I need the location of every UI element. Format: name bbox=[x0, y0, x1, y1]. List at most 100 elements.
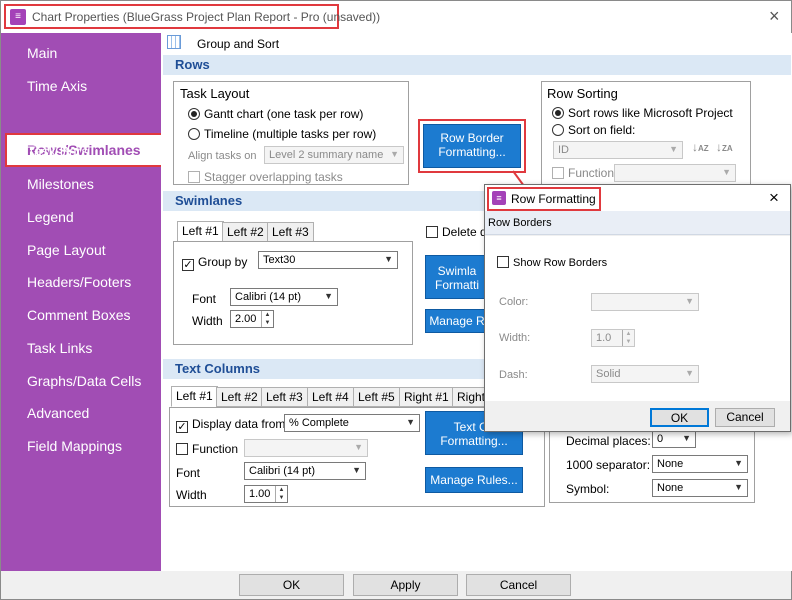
display-value: % Complete bbox=[289, 417, 349, 429]
dialog-title-bar: ≡ Row Formatting × bbox=[485, 185, 790, 211]
row-sorting-title: Row Sorting bbox=[547, 86, 618, 101]
stepper-arrows-icon[interactable]: ▲ ▼ bbox=[622, 330, 634, 346]
font-label: Font bbox=[192, 292, 217, 306]
font-select[interactable]: Calibri (14 pt) ▼ bbox=[230, 288, 338, 306]
function-label: Function bbox=[568, 166, 615, 180]
delete-label: Delete d bbox=[442, 225, 487, 239]
apply-button[interactable]: Apply bbox=[353, 574, 458, 596]
manage-rules-button[interactable]: Manage Rules... bbox=[425, 467, 523, 493]
symbol-label: Symbol: bbox=[566, 482, 610, 496]
align-value: Level 2 summary name bbox=[269, 149, 384, 161]
symbol-value: None bbox=[657, 482, 684, 494]
calendar-grid-icon[interactable] bbox=[167, 35, 181, 49]
separator-value: None bbox=[657, 458, 684, 470]
decimal-select[interactable]: 0 ▼ bbox=[652, 430, 696, 448]
swimlane-formatting-button[interactable]: Swimla Formatti bbox=[425, 255, 489, 299]
chevron-down-icon: ▼ bbox=[384, 254, 393, 264]
sidebar-item-main[interactable]: Main bbox=[27, 45, 57, 61]
sidebar: Main Time Axis Rows/Swimlanes Task Bars … bbox=[1, 33, 165, 571]
group-by-select[interactable]: Text30 ▼ bbox=[258, 251, 398, 269]
row-border-formatting-button[interactable]: Row Border Formatting... bbox=[423, 124, 521, 168]
width-label: Width: bbox=[499, 332, 531, 344]
tab-left-3[interactable]: Left #3 bbox=[261, 387, 308, 407]
sidebar-item-field-mappings[interactable]: Field Mappings bbox=[27, 438, 122, 454]
sidebar-item-legend[interactable]: Legend bbox=[27, 209, 74, 225]
width-stepper[interactable]: 2.00 ▲ ▼ bbox=[230, 310, 274, 328]
checkbox-icon bbox=[188, 171, 200, 183]
close-icon[interactable]: × bbox=[769, 188, 779, 208]
color-label: Color: bbox=[499, 296, 529, 308]
sidebar-item-page-layout[interactable]: Page Layout bbox=[27, 242, 106, 258]
tab-left-1[interactable]: Left #1 bbox=[177, 221, 224, 242]
tab-right-1[interactable]: Right #1 bbox=[399, 387, 454, 407]
function-checkbox[interactable]: Function bbox=[176, 442, 238, 456]
font-value: Calibri (14 pt) bbox=[249, 465, 316, 477]
align-tasks-select[interactable]: Level 2 summary name ▼ bbox=[264, 146, 404, 164]
sidebar-item-time-axis[interactable]: Time Axis bbox=[27, 78, 87, 94]
sidebar-item-comment-boxes[interactable]: Comment Boxes bbox=[27, 307, 130, 323]
sidebar-item-headers-footers[interactable]: Headers/Footers bbox=[27, 274, 131, 290]
chevron-down-icon: ▼ bbox=[390, 149, 399, 159]
sort-function-select[interactable]: ▼ bbox=[614, 164, 736, 182]
symbol-select[interactable]: None ▼ bbox=[652, 479, 748, 497]
cancel-button[interactable]: Cancel bbox=[466, 574, 571, 596]
stepper-arrows-icon[interactable]: ▲ ▼ bbox=[275, 486, 287, 502]
chart-properties-window: ≡ Chart Properties (BlueGrass Project Pl… bbox=[0, 0, 792, 600]
group-sort-label[interactable]: Group and Sort bbox=[197, 37, 279, 51]
sort-function-checkbox[interactable]: Function bbox=[552, 166, 614, 180]
gantt-label: Gantt chart (one task per row) bbox=[204, 107, 364, 121]
function-select[interactable]: ▼ bbox=[244, 439, 368, 457]
sidebar-item-graphs-data-cells[interactable]: Graphs/Data Cells bbox=[27, 373, 141, 389]
tab-right-2[interactable]: Right bbox=[452, 387, 487, 407]
sort-field-radio[interactable]: Sort on field: bbox=[552, 123, 635, 137]
button-line-2: Formatti bbox=[434, 278, 479, 292]
chevron-down-icon: ▼ bbox=[406, 417, 415, 427]
tab-left-4[interactable]: Left #4 bbox=[307, 387, 354, 407]
decimal-value: 0 bbox=[657, 433, 664, 445]
dialog-cancel-button[interactable]: Cancel bbox=[715, 408, 775, 427]
stepper-arrows-icon[interactable]: ▲ ▼ bbox=[261, 311, 273, 327]
checkbox-icon bbox=[497, 256, 509, 268]
rows-section-header: Rows bbox=[163, 55, 791, 75]
sort-ascending-icon[interactable]: ↓AZ bbox=[692, 140, 709, 154]
stagger-checkbox[interactable]: Stagger overlapping tasks bbox=[188, 170, 343, 184]
display-data-select[interactable]: % Complete ▼ bbox=[284, 414, 420, 432]
show-row-borders-checkbox[interactable]: Show Row Borders bbox=[497, 256, 607, 269]
stagger-label: Stagger overlapping tasks bbox=[204, 170, 343, 184]
dialog-ok-button[interactable]: OK bbox=[650, 408, 709, 427]
sort-field-select[interactable]: ID ▼ bbox=[553, 141, 683, 159]
width-stepper[interactable]: 1.0 ▲ ▼ bbox=[591, 329, 635, 347]
width-stepper[interactable]: 1.00 ▲ ▼ bbox=[244, 485, 288, 503]
sidebar-item-task-bars[interactable]: Task Bars bbox=[27, 143, 88, 159]
checkbox-checked-icon: ✓ bbox=[182, 259, 194, 271]
delete-checkbox[interactable]: Delete d bbox=[426, 225, 487, 239]
tab-left-5[interactable]: Left #5 bbox=[353, 387, 400, 407]
sidebar-item-advanced[interactable]: Advanced bbox=[27, 405, 89, 421]
dialog-body: Show Row Borders Color: ▼ Width: 1.0 ▲ ▼ D… bbox=[485, 236, 790, 401]
separator-select[interactable]: None ▼ bbox=[652, 455, 748, 473]
sidebar-item-milestones[interactable]: Milestones bbox=[27, 176, 94, 192]
ok-button[interactable]: OK bbox=[239, 574, 344, 596]
manage-rules-button[interactable]: Manage R bbox=[425, 309, 489, 333]
gantt-radio[interactable]: Gantt chart (one task per row) bbox=[188, 107, 363, 121]
dash-select[interactable]: Solid ▼ bbox=[591, 365, 699, 383]
sidebar-item-task-links[interactable]: Task Links bbox=[27, 340, 92, 356]
tab-left-2[interactable]: Left #2 bbox=[216, 387, 263, 407]
chevron-down-icon: ▼ bbox=[722, 167, 731, 177]
sort-descending-icon[interactable]: ↓ZA bbox=[716, 140, 733, 154]
width-value: 1.0 bbox=[596, 332, 612, 344]
color-select[interactable]: ▼ bbox=[591, 293, 699, 311]
group-by-checkbox[interactable]: ✓ Group by bbox=[182, 255, 247, 271]
display-data-checkbox[interactable]: ✓ Display data from bbox=[176, 417, 285, 433]
dialog-section-header: Row Borders bbox=[485, 211, 790, 235]
tab-left-3[interactable]: Left #3 bbox=[267, 222, 314, 242]
font-select[interactable]: Calibri (14 pt) ▼ bbox=[244, 462, 366, 480]
sort-ms-radio[interactable]: Sort rows like Microsoft Project bbox=[552, 106, 733, 120]
dialog-title: Row Formatting bbox=[511, 192, 596, 206]
close-icon[interactable]: × bbox=[769, 6, 780, 27]
timeline-radio[interactable]: Timeline (multiple tasks per row) bbox=[188, 127, 376, 141]
task-layout-group: Task Layout Gantt chart (one task per ro… bbox=[173, 81, 409, 185]
tab-left-2[interactable]: Left #2 bbox=[222, 222, 269, 242]
button-line-1: Row Border bbox=[440, 131, 504, 145]
tab-left-1[interactable]: Left #1 bbox=[171, 386, 218, 407]
